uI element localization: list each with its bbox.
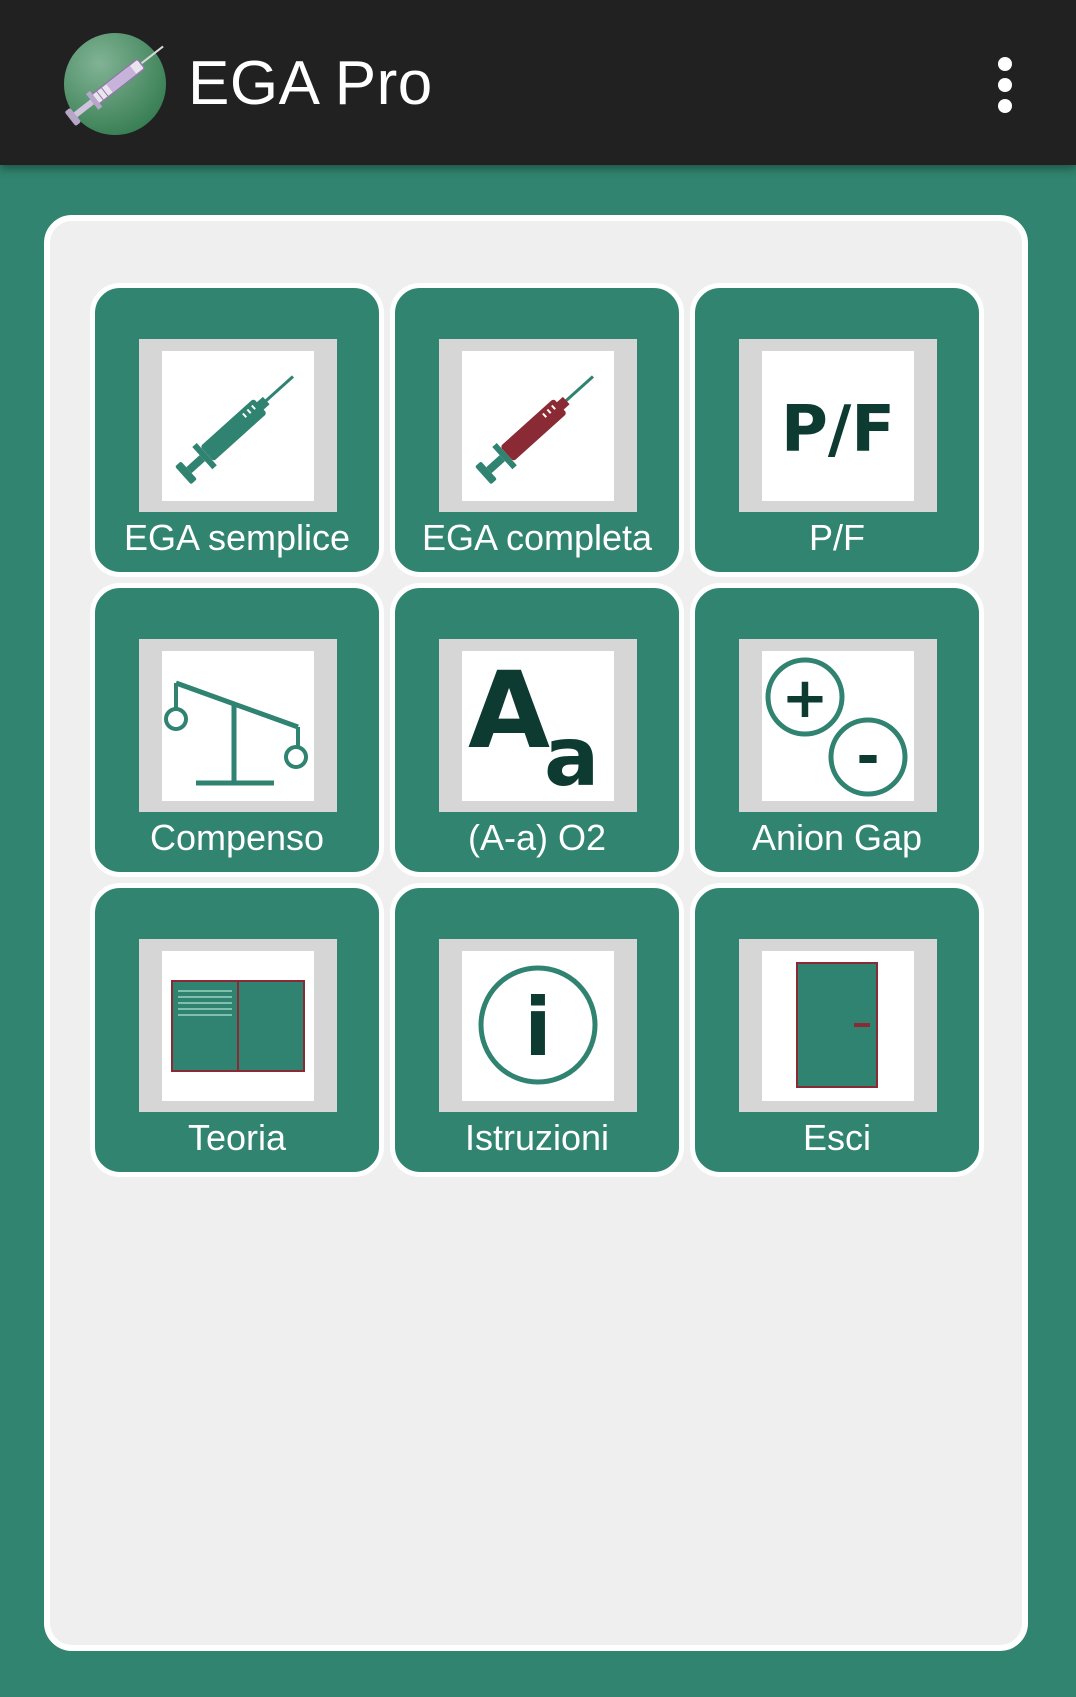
book-icon [162,951,314,1101]
tile-label: (A-a) O2 [467,817,607,858]
tile-icon-frame: + - [739,639,937,812]
tile-label: P/F [808,517,865,558]
tile-icon-frame [139,339,337,512]
font-aa-small-letter: a [544,710,599,801]
tile-icon-frame: P/F [739,339,937,512]
tile-icon-frame [139,939,337,1112]
tile-esci[interactable]: Esci [690,883,984,1177]
tile-istruzioni[interactable]: i Istruzioni [390,883,684,1177]
syringe-red-icon [462,351,614,501]
tile-icon-frame: i [439,939,637,1112]
pf-text-icon: P/F [762,351,914,501]
syringe-green-icon [162,351,314,501]
font-aa-big-letter: A [468,651,550,772]
tile-label: Teoria [187,1117,287,1158]
tile-icon-frame [439,339,637,512]
exit-door-icon [762,951,914,1101]
font-aa-icon: A a [462,651,614,801]
tile-icon-frame [739,939,937,1112]
balance-scale-icon [162,651,314,801]
tile-label: Compenso [149,817,325,858]
tile-pf[interactable]: P/F P/F [690,283,984,577]
tile-teoria[interactable]: Teoria [90,883,384,1177]
syringe-logo-icon [50,28,180,138]
tile-anion-gap[interactable]: + - Anion Gap [690,583,984,877]
tile-label: Anion Gap [751,817,923,858]
tile-ega-semplice[interactable]: EGA semplice [90,283,384,577]
info-icon: i [462,951,614,1101]
tile-icon-frame [139,639,337,812]
app-bar: EGA Pro [0,0,1076,165]
tile-icon-frame: A a [439,639,637,812]
minus-sign: - [856,724,879,789]
tile-label: EGA semplice [123,517,351,558]
plus-minus-icon: + - [762,651,914,801]
tile-label: Esci [802,1117,871,1158]
app-title: EGA Pro [188,49,433,118]
main-menu-panel: EGA semplice EGA completa P/F P/F Compen… [44,215,1028,1651]
pf-icon-text: P/F [781,393,895,467]
tile-compenso[interactable]: Compenso [90,583,384,877]
tile-label: EGA completa [421,517,653,558]
more-vert-icon[interactable] [980,52,1030,118]
info-letter: i [524,981,551,1074]
tile-label: Istruzioni [464,1117,610,1158]
tile-ega-completa[interactable]: EGA completa [390,283,684,577]
plus-sign: + [782,666,829,731]
tile-aa-o2[interactable]: A a (A-a) O2 [390,583,684,877]
